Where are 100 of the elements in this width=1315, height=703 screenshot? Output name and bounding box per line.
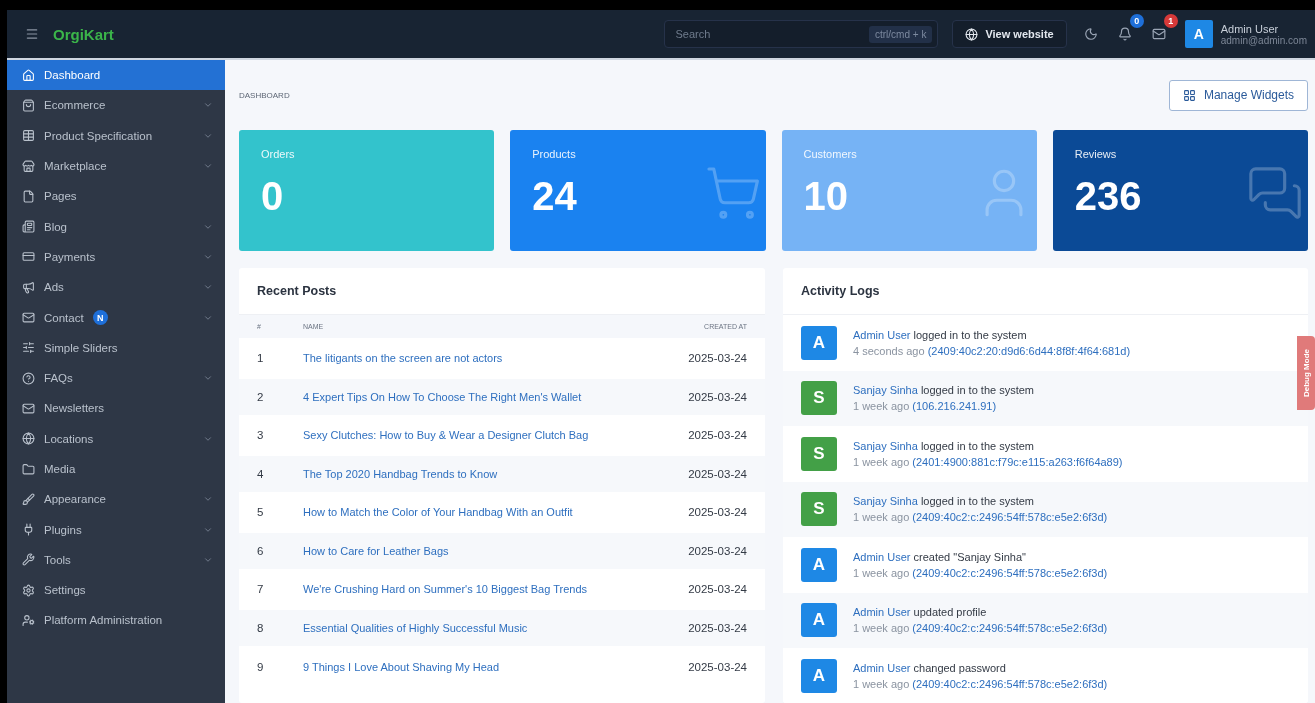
table-cell-text: 1	[256, 351, 265, 367]
manage-widgets-button[interactable]: Manage Widgets	[1168, 79, 1308, 111]
wrench-icon	[22, 553, 35, 567]
ip-link[interactable]: (2409:40c2:c:2496:54ff:578c:e5e2:6f3d)	[912, 677, 1108, 690]
bag-icon	[22, 98, 35, 112]
post-link[interactable]: How to Match the Color of Your Handbag With an Outfit	[303, 506, 573, 519]
sidebar-item[interactable]: Plugins	[7, 514, 225, 545]
count-badge: N	[92, 310, 108, 325]
view-website-button[interactable]: View website	[952, 20, 1067, 48]
activity-text: Admin User created "Sanjay Sinha"	[853, 550, 1027, 563]
store-icon	[22, 159, 35, 173]
user-link[interactable]: Admin User	[853, 606, 911, 619]
menu-icon[interactable]	[25, 27, 39, 41]
user-link[interactable]: Admin User	[853, 661, 911, 674]
sidebar-item[interactable]: Product Specification	[7, 120, 225, 151]
post-link[interactable]: We're Crushing Hard on Summer's 10 Biggest Bag Trends	[303, 583, 588, 596]
ip-link[interactable]: (2409:40c2:c:2496:54ff:578c:e5e2:6f3d)	[912, 622, 1108, 635]
user-email: admin@admin.com	[1220, 34, 1307, 46]
help-icon	[22, 371, 35, 385]
activity-meta: 1 week ago (2409:40c2:c:2496:54ff:578c:e5e2:6f3d)	[853, 677, 1108, 690]
table-cell: 2025-03-24	[655, 531, 765, 570]
sidebar-item[interactable]: Blog	[7, 211, 225, 242]
sidebar-item[interactable]: Platform Administration	[7, 605, 225, 636]
user-avatar: S	[801, 436, 837, 471]
shortcut-hint: ctrl/cmd + k	[869, 26, 933, 43]
sidebar-item[interactable]: Marketplace	[7, 150, 225, 182]
sidebar-item[interactable]: Pages	[7, 181, 225, 212]
activity-text: Sanjay Sinha logged in to the system	[853, 384, 1034, 397]
ip-link[interactable]: (2409:40c2:20:d9d6:6d44:8f8f:4f64:681d)	[927, 344, 1131, 357]
activity-text: Admin User changed password	[853, 661, 1007, 674]
sidebar-item[interactable]: Settings	[7, 575, 225, 606]
table-cell: 2025-03-24	[655, 454, 765, 493]
sidebar-item[interactable]: Simple Sliders	[7, 332, 225, 363]
post-link[interactable]: Essential Qualities of Highly Successful Music	[303, 621, 528, 634]
user-avatar: S	[801, 381, 837, 416]
sidebar-item[interactable]: Tools	[7, 544, 225, 576]
user-link[interactable]: Sanjay Sinha	[853, 439, 918, 452]
chat-icon	[1246, 164, 1304, 222]
post-link[interactable]: 9 Things I Love About Shaving My Head	[303, 660, 500, 673]
activity-text: Admin User updated profile	[853, 606, 988, 619]
user-link[interactable]: Admin User	[853, 328, 911, 341]
sidebar-item[interactable]: Appearance	[7, 484, 225, 515]
post-link[interactable]: Sexy Clutches: How to Buy & Wear a Designer Clutch Bag	[303, 429, 589, 442]
sidebar-item[interactable]: Ecommerce	[7, 90, 225, 121]
table-cell-text: 2025-03-24	[687, 351, 748, 367]
table-cell-text: 2025-03-24	[687, 582, 748, 598]
stat-value: 236	[1074, 174, 1142, 219]
globe-icon	[965, 27, 979, 41]
activity-meta: 1 week ago (2409:40c2:c:2496:54ff:578c:e5e2:6f3d)	[853, 622, 1108, 635]
table-icon	[22, 129, 35, 143]
user-link[interactable]: Admin User	[853, 550, 911, 563]
envelope-icon	[22, 311, 35, 324]
sidebar-item[interactable]: Newsletters	[7, 393, 225, 424]
user-avatar[interactable]: A	[1184, 20, 1213, 48]
notification-count: 0	[1129, 14, 1144, 28]
stat-label: Orders	[261, 148, 296, 160]
grid-icon	[1182, 88, 1196, 102]
user-avatar: S	[801, 492, 837, 527]
activity-meta: 1 week ago (2401:4900:881c:f79c:e115:a263:f6f64a89)	[853, 455, 1123, 468]
newspaper-icon	[22, 220, 35, 234]
user-avatar: A	[801, 603, 837, 638]
user-name: Admin User	[1220, 22, 1280, 35]
table-cell: 6	[239, 531, 285, 570]
stat-value: 24	[532, 174, 577, 219]
home-icon	[22, 68, 35, 82]
post-link[interactable]: The Top 2020 Handbag Trends to Know	[303, 467, 498, 480]
logo[interactable]: OrgiKart	[53, 25, 114, 43]
sidebar-item[interactable]: Contact N	[7, 302, 225, 333]
breadcrumb: DASHBOARD	[239, 90, 290, 100]
stat-value: 10	[803, 174, 848, 219]
sidebar-item[interactable]: Media	[7, 453, 225, 485]
activity-meta: 1 week ago (106.216.241.91)	[853, 400, 998, 413]
sidebar-item[interactable]: Payments	[7, 241, 225, 273]
post-link[interactable]: The litigants on the screen are not actors	[303, 352, 503, 365]
sliders-icon	[22, 341, 35, 355]
folder-icon	[22, 462, 35, 476]
ip-link[interactable]: (2409:40c2:c:2496:54ff:578c:e5e2:6f3d)	[912, 511, 1108, 524]
card-icon	[22, 250, 35, 264]
ip-link[interactable]: (2401:4900:881c:f79c:e115:a263:f6f64a89)	[912, 455, 1123, 468]
post-link[interactable]: How to Care for Leather Bags	[303, 544, 449, 557]
envelope-icon	[22, 401, 35, 415]
sidebar-item[interactable]: Ads	[7, 272, 225, 303]
table-cell: 2	[239, 377, 285, 416]
post-link[interactable]: 4 Expert Tips On How To Choose The Right Men's Wallet	[303, 390, 582, 403]
ip-link[interactable]: (2409:40c2:c:2496:54ff:578c:e5e2:6f3d)	[912, 566, 1108, 579]
plug-icon	[22, 523, 35, 537]
ip-link[interactable]: (106.216.241.91)	[912, 400, 997, 413]
sidebar-item[interactable]: Dashboard	[7, 60, 225, 91]
activity-text: Sanjay Sinha logged in to the system	[853, 439, 1035, 452]
user-link[interactable]: Sanjay Sinha	[853, 384, 918, 397]
sidebar-item[interactable]: Locations	[7, 423, 225, 454]
activity-meta: 1 week ago (2409:40c2:c:2496:54ff:578c:e5e2:6f3d)	[853, 566, 1108, 579]
activity-meta: 1 week ago (2409:40c2:c:2496:54ff:578c:e5e2:6f3d)	[853, 511, 1108, 524]
globe-icon	[22, 432, 35, 446]
stat-label: Reviews	[1074, 148, 1118, 160]
debug-tab[interactable]: Debug Mode	[1297, 336, 1315, 410]
user-link[interactable]: Sanjay Sinha	[853, 495, 918, 508]
sidebar-item[interactable]: FAQs	[7, 362, 225, 394]
table-cell-text: 2025-03-24	[687, 428, 748, 444]
table-cell-text: 7	[256, 582, 265, 598]
